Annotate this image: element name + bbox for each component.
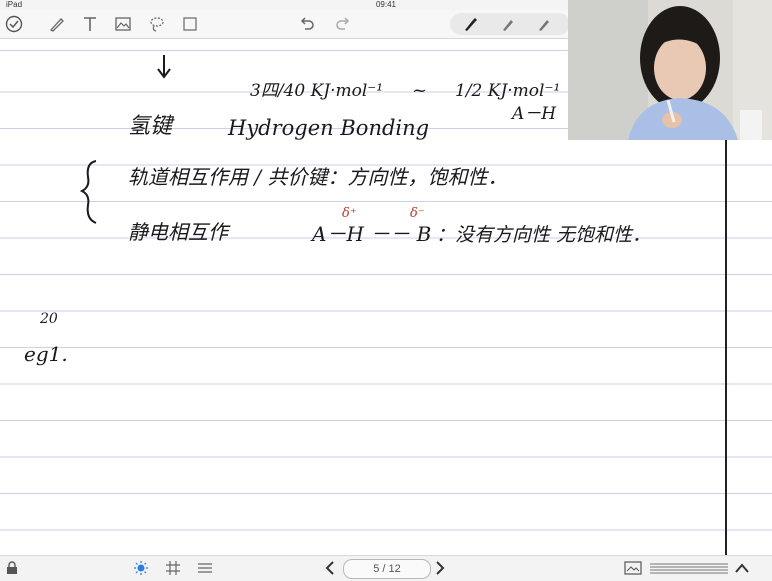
prev-page-icon[interactable] <box>324 559 336 577</box>
title-english: Hydrogen Bonding <box>227 116 429 140</box>
pen-selector <box>450 13 570 35</box>
shape-icon[interactable] <box>180 14 200 34</box>
image-icon[interactable] <box>113 14 133 34</box>
delta-minus-label: δ⁻ <box>410 206 425 221</box>
undo-icon[interactable] <box>297 14 317 34</box>
row1-orbital-interaction: 轨道相互作用 / 共价键：方向性，饱和性． <box>128 165 507 189</box>
marker-icon[interactable] <box>534 14 554 34</box>
presenter-photo <box>568 0 772 140</box>
row2-electrostatic: 静电相互作 <box>128 220 231 244</box>
energy-tilde: ~ <box>412 80 427 101</box>
brace <box>79 160 97 224</box>
lasso-icon[interactable] <box>147 14 167 34</box>
thumbnail-icon[interactable] <box>624 559 642 577</box>
highlighter-icon[interactable] <box>460 14 480 34</box>
redo-icon[interactable] <box>333 14 353 34</box>
brightness-icon[interactable] <box>133 559 149 577</box>
bond-fragment: A－H <box>510 104 557 124</box>
energy-range-left: 3四/40 KJ·mol⁻¹ <box>250 81 383 101</box>
pen-tool-icon[interactable] <box>47 14 67 34</box>
webcam-video <box>568 0 772 140</box>
grid-icon[interactable] <box>165 559 181 577</box>
lock-icon[interactable] <box>6 559 18 577</box>
example-label: eg1. <box>24 342 68 366</box>
row2-bond: A－H －－ B <box>310 222 431 246</box>
next-page-icon[interactable] <box>434 559 446 577</box>
text-icon[interactable] <box>80 14 100 34</box>
row2-properties: ：没有方向性 无饱和性． <box>436 224 651 246</box>
pen-icon[interactable] <box>498 14 518 34</box>
list-icon[interactable] <box>197 559 213 577</box>
done-icon[interactable] <box>4 14 24 34</box>
bottom-bar: 5 / 12 <box>0 555 772 581</box>
title-chinese: 氢键 <box>128 114 175 139</box>
page-scrubber[interactable] <box>650 559 730 577</box>
chevron-up-icon[interactable] <box>735 559 749 577</box>
side-number: 20 <box>39 311 58 327</box>
down-arrow-icon <box>157 55 171 79</box>
delta-plus-label: δ⁺ <box>342 206 357 221</box>
energy-range-right: 1/2 KJ·mol⁻¹ <box>455 81 560 101</box>
page-indicator[interactable]: 5 / 12 <box>343 559 431 579</box>
